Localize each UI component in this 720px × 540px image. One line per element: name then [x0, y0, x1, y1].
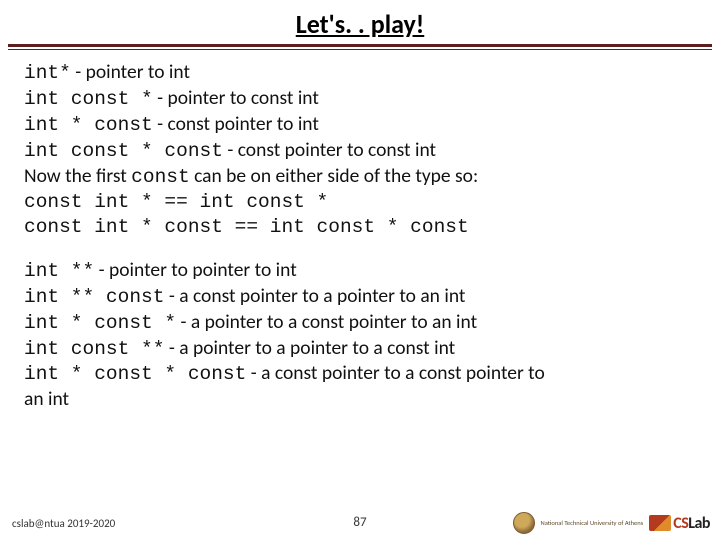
footer-logos: National Technical University of Athens …	[513, 512, 710, 534]
block-1: int* - pointer to int int const * - poin…	[24, 60, 696, 240]
code: int*	[24, 62, 71, 84]
desc: - a const pointer to a pointer to an int	[164, 284, 465, 308]
code: int * const	[24, 114, 153, 136]
line-3: int * const * - a pointer to a const poi…	[24, 310, 696, 336]
block-2: int ** - pointer to pointer to int int *…	[24, 258, 696, 413]
line-4: int const * const - const pointer to con…	[24, 138, 696, 164]
line-2: int ** const - a const pointer to a poin…	[24, 284, 696, 310]
ntua-label: National Technical University of Athens	[541, 520, 644, 527]
line-1: int ** - pointer to pointer to int	[24, 258, 696, 284]
desc: - a pointer to a pointer to a const int	[164, 336, 455, 360]
desc: - pointer to int	[71, 60, 190, 84]
code: int const **	[24, 338, 164, 360]
footer: cslab@ntua 2019-2020 87 National Technic…	[0, 508, 720, 534]
divider-top	[8, 44, 712, 47]
code: const	[131, 166, 190, 188]
code: int const *	[24, 88, 153, 110]
desc: - const pointer to const int	[223, 138, 436, 162]
desc: - const pointer to int	[153, 112, 319, 136]
line-2: int const * - pointer to const int	[24, 86, 696, 112]
cslab-wordmark: CSLab	[673, 514, 710, 533]
line-6: const int * == int const *	[24, 190, 696, 215]
slide-body: int* - pointer to int int const * - poin…	[0, 50, 720, 412]
desc: - pointer to pointer to int	[94, 258, 297, 282]
cslab-mark-icon	[649, 515, 671, 531]
text: can be on either side of the type so:	[190, 164, 478, 188]
code: int const * const	[24, 140, 223, 162]
line-3: int * const - const pointer to int	[24, 112, 696, 138]
cslab-logo: CSLab	[649, 514, 710, 533]
slide-title: Let's. . play!	[0, 0, 720, 44]
ntua-crest-icon	[513, 512, 535, 534]
desc: - a const pointer to a const pointer to	[246, 361, 544, 385]
line-5: int * const * const - a const pointer to…	[24, 361, 696, 387]
line-4: int const ** - a pointer to a pointer to…	[24, 336, 696, 362]
line-5: Now the first const can be on either sid…	[24, 164, 696, 190]
code: int * const *	[24, 312, 176, 334]
line-6: an int	[24, 387, 696, 412]
code: int ** const	[24, 286, 164, 308]
line-7: const int * const == int const * const	[24, 215, 696, 240]
desc: - a pointer to a const pointer to an int	[176, 310, 477, 334]
text: Now the first	[24, 164, 131, 188]
code: int **	[24, 260, 94, 282]
desc: - pointer to const int	[153, 86, 319, 110]
line-1: int* - pointer to int	[24, 60, 696, 86]
code: int * const * const	[24, 363, 246, 385]
